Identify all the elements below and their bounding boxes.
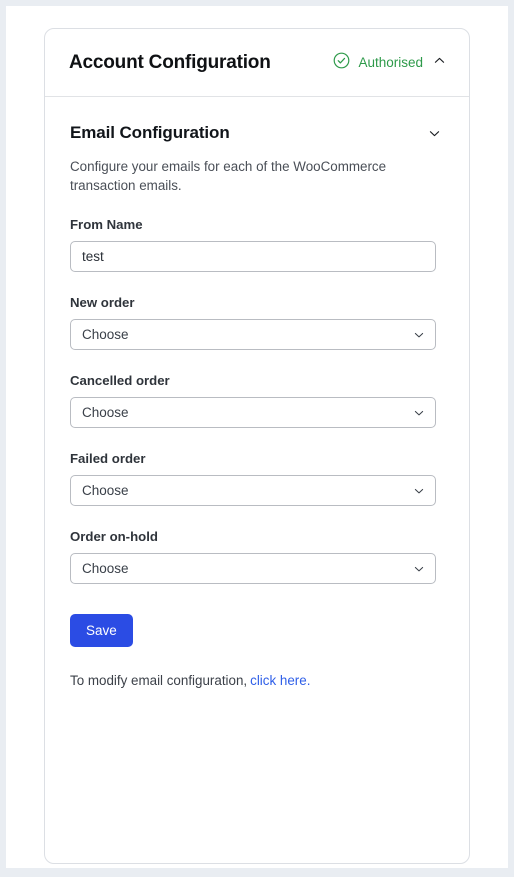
cancelled-order-select-value[interactable]: Choose <box>70 397 436 429</box>
save-button[interactable]: Save <box>70 614 133 648</box>
page-title: Account Configuration <box>69 51 271 73</box>
failed-order-select-value[interactable]: Choose <box>70 475 436 507</box>
card-header: Account Configuration Authorised <box>45 29 469 96</box>
field-group-failed-order: Failed order Choose <box>70 451 444 507</box>
header-right-group: Authorised <box>332 51 447 75</box>
email-configuration-header: Email Configuration <box>70 123 444 143</box>
status-badge-label: Authorised <box>358 55 423 70</box>
failed-order-select[interactable]: Choose <box>70 475 436 507</box>
footer-note-text: To modify email configuration, <box>70 673 248 689</box>
section-description: Configure your emails for each of the Wo… <box>70 159 387 194</box>
field-group-new-order: New order Choose <box>70 295 444 351</box>
footer-note: To modify email configuration, click here… <box>70 673 444 688</box>
order-on-hold-select[interactable]: Choose <box>70 553 436 585</box>
new-order-select[interactable]: Choose <box>70 319 436 351</box>
label-from-name: From Name <box>70 217 143 233</box>
check-circle-icon <box>332 51 351 75</box>
label-cancelled-order: Cancelled order <box>70 373 170 389</box>
account-configuration-card: Account Configuration Authorised Email C… <box>44 28 470 864</box>
page-root: Account Configuration Authorised Email C… <box>0 0 514 877</box>
label-failed-order: Failed order <box>70 451 146 467</box>
click-here-link[interactable]: click here. <box>250 673 310 688</box>
label-new-order: New order <box>70 295 135 311</box>
field-group-from-name: From Name <box>70 217 444 273</box>
chevron-up-icon[interactable] <box>432 53 447 73</box>
order-on-hold-select-value[interactable]: Choose <box>70 553 436 585</box>
field-group-order-on-hold: Order on-hold Choose <box>70 529 444 585</box>
field-group-cancelled-order: Cancelled order Choose <box>70 373 444 429</box>
from-name-input[interactable] <box>70 241 436 273</box>
new-order-select-value[interactable]: Choose <box>70 319 436 351</box>
section-title: Email Configuration <box>70 123 230 142</box>
label-order-on-hold: Order on-hold <box>70 529 158 545</box>
card-body: Email Configuration Configure your email… <box>45 97 469 688</box>
cancelled-order-select[interactable]: Choose <box>70 397 436 429</box>
chevron-down-icon[interactable] <box>427 126 444 141</box>
status-badge: Authorised <box>332 51 423 75</box>
